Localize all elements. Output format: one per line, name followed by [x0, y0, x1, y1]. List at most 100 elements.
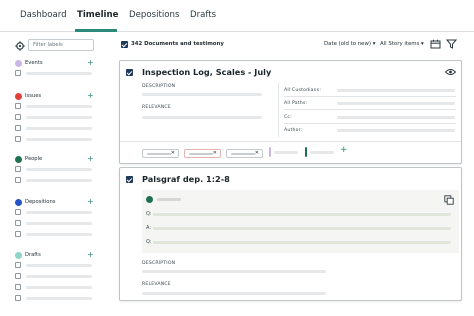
remove-chip-icon[interactable]: ✕: [213, 150, 217, 156]
card-checkbox[interactable]: [126, 176, 133, 183]
checkbox[interactable]: [15, 220, 21, 226]
checkbox[interactable]: [15, 284, 21, 290]
checkbox[interactable]: [15, 125, 21, 131]
divider: [284, 123, 456, 124]
card-title[interactable]: Palsgraf dep. 1:2-8: [142, 174, 230, 184]
placeholder-bar: [26, 116, 92, 119]
depositions-color-dot: [15, 199, 22, 206]
sidebar-item[interactable]: [15, 114, 97, 121]
sidebar-category-drafts[interactable]: Drafts +: [15, 250, 97, 260]
events-color-dot: [15, 60, 22, 67]
checkbox[interactable]: [15, 231, 21, 237]
description-label: DESCRIPTION: [142, 261, 176, 266]
answer-placeholder: [153, 227, 451, 230]
sidebar-item[interactable]: [15, 273, 97, 280]
sidebar-category-issues[interactable]: Issues +: [15, 91, 97, 101]
add-label-icon[interactable]: +: [340, 145, 348, 155]
sidebar-item[interactable]: [15, 220, 97, 227]
active-tab-indicator: [75, 29, 117, 32]
placeholder-bar: [26, 72, 92, 75]
sidebar-category-label: Depositions: [25, 199, 56, 205]
sidebar-item[interactable]: [15, 177, 97, 184]
divider: [284, 109, 456, 110]
sidebar-item[interactable]: [15, 209, 97, 216]
label-chip[interactable]: ✕: [142, 149, 179, 158]
sidebar-item[interactable]: [15, 284, 97, 291]
eye-icon[interactable]: [445, 68, 456, 76]
checkbox[interactable]: [15, 136, 21, 142]
tab-dashboard[interactable]: Dashboard: [20, 10, 67, 20]
checkbox[interactable]: [15, 262, 21, 268]
story-card-palsgraf-dep[interactable]: Palsgraf dep. 1:2-8 Q: A: Q: DESCRIPTION…: [119, 167, 462, 301]
checkbox[interactable]: [15, 166, 21, 172]
filter-labels-input[interactable]: Filter labels: [28, 39, 94, 51]
checkbox[interactable]: [15, 209, 21, 215]
filter-icon[interactable]: [446, 39, 457, 49]
placeholder-bar: [26, 127, 92, 130]
add-drafts-icon[interactable]: +: [87, 250, 94, 259]
meta-label-author: Author:: [284, 128, 303, 133]
divider: [284, 96, 456, 97]
calendar-icon[interactable]: [430, 39, 441, 49]
label-placeholder: [310, 151, 334, 154]
checkbox[interactable]: [15, 70, 21, 76]
placeholder-bar: [26, 211, 92, 214]
sidebar-category-people[interactable]: People +: [15, 154, 97, 164]
people-color-dot: [15, 156, 22, 163]
issues-color-dot: [15, 93, 22, 100]
placeholder-bar: [26, 222, 92, 225]
add-depositions-icon[interactable]: +: [87, 197, 94, 206]
checkbox[interactable]: [15, 114, 21, 120]
add-issues-icon[interactable]: +: [87, 91, 94, 100]
sort-dropdown-label: Date (old to new): [324, 41, 372, 47]
sidebar-item[interactable]: [15, 125, 97, 132]
placeholder-bar: [26, 297, 92, 300]
select-all-checkbox[interactable]: [121, 41, 128, 48]
sidebar-category-label: Drafts: [25, 252, 41, 258]
label-chip[interactable]: ✕: [184, 149, 221, 158]
remove-chip-icon[interactable]: ✕: [171, 150, 175, 156]
relevance-placeholder: [142, 292, 326, 295]
sidebar-item[interactable]: [15, 136, 97, 143]
placeholder-bar: [26, 179, 92, 182]
sidebar-category-label: Issues: [25, 93, 42, 99]
sidebar-item[interactable]: [15, 103, 97, 110]
add-people-icon[interactable]: +: [87, 154, 94, 163]
sidebar-category-events[interactable]: Events +: [15, 58, 97, 68]
copy-icon[interactable]: [444, 195, 454, 205]
sidebar-item[interactable]: [15, 295, 97, 302]
tab-depositions[interactable]: Depositions: [129, 10, 179, 20]
sidebar-item[interactable]: [15, 262, 97, 269]
tab-drafts[interactable]: Drafts: [190, 10, 216, 20]
tab-timeline[interactable]: Timeline: [77, 10, 118, 20]
add-events-icon[interactable]: +: [87, 58, 94, 67]
remove-chip-icon[interactable]: ✕: [255, 150, 259, 156]
checkbox[interactable]: [15, 103, 21, 109]
sidebar-item[interactable]: [15, 231, 97, 238]
divider: [120, 141, 461, 142]
description-placeholder: [142, 270, 326, 273]
meta-label-paths: All Paths:: [284, 101, 308, 106]
card-checkbox[interactable]: [126, 69, 133, 76]
card-title[interactable]: Inspection Log, Scales - July: [142, 67, 271, 77]
meta-label-cc: Cc:: [284, 115, 292, 120]
meta-value-placeholder: [337, 89, 455, 92]
gear-icon[interactable]: [15, 41, 25, 51]
story-card-inspection-log[interactable]: Inspection Log, Scales - July DESCRIPTIO…: [119, 60, 462, 164]
chip-text-placeholder: [189, 153, 213, 155]
story-items-dropdown[interactable]: All Story items ▾: [380, 41, 424, 47]
checkbox[interactable]: [15, 177, 21, 183]
placeholder-bar: [26, 275, 92, 278]
checkbox[interactable]: [15, 295, 21, 301]
relevance-label: RELEVANCE: [142, 282, 171, 287]
label-placeholder: [274, 151, 298, 154]
label-marker: [269, 147, 271, 157]
label-chip[interactable]: ✕: [226, 149, 263, 158]
sidebar-item[interactable]: [15, 166, 97, 173]
question-placeholder: [153, 213, 451, 216]
sort-dropdown[interactable]: Date (old to new) ▾: [324, 41, 375, 47]
sidebar-item[interactable]: [15, 70, 97, 77]
top-nav: Dashboard Timeline Depositions Drafts: [0, 0, 474, 32]
sidebar-category-depositions[interactable]: Depositions +: [15, 197, 97, 207]
checkbox[interactable]: [15, 273, 21, 279]
